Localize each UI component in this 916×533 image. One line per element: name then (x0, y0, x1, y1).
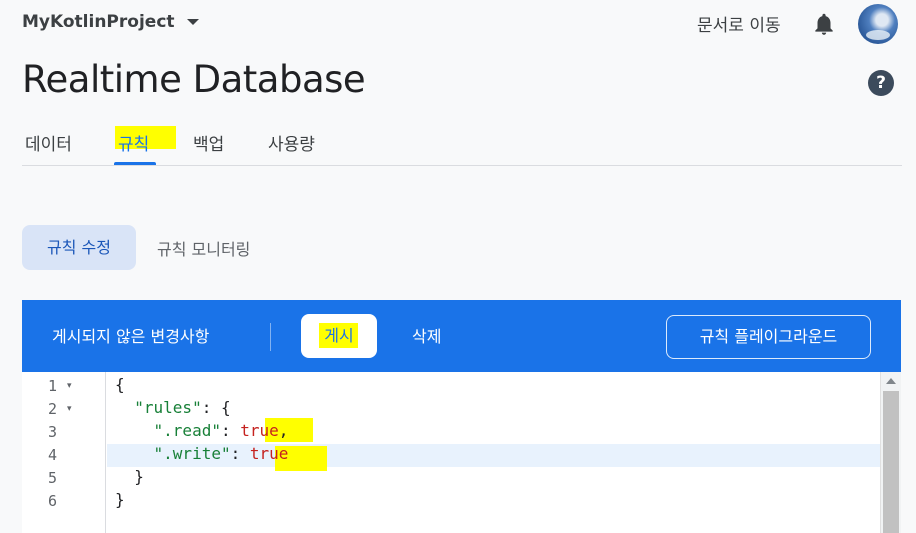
unsaved-changes-text: 게시되지 않은 변경사항 (52, 327, 210, 346)
code-line[interactable]: } (115, 467, 144, 486)
code-line[interactable]: ".read": true, (115, 421, 289, 440)
code-keyword: true (249, 444, 289, 463)
code-area[interactable]: { "rules": { ".read": true, ".write": tr… (107, 372, 880, 533)
code-text: } (115, 490, 125, 509)
fold-toggle-icon[interactable]: ▾ (67, 404, 72, 414)
discard-button[interactable]: 삭제 (412, 323, 441, 347)
active-tab-indicator (114, 162, 156, 165)
code-text: } (115, 467, 144, 486)
line-number: 6 (48, 492, 58, 510)
code-string: ".write" (153, 444, 231, 463)
code-line[interactable]: } (115, 490, 125, 509)
tab-data[interactable]: 데이터 (25, 130, 72, 155)
code-keyword: true (240, 421, 279, 440)
fold-toggle-icon[interactable]: ▾ (67, 381, 72, 391)
chevron-down-icon (186, 19, 199, 25)
code-line[interactable]: ".write": true (115, 444, 289, 463)
avatar[interactable] (858, 4, 898, 44)
project-selector[interactable]: MyKotlinProject (22, 12, 199, 32)
code-text: : (230, 444, 250, 463)
edit-rules-chip[interactable]: 규칙 수정 (22, 225, 136, 270)
code-text: : (220, 421, 241, 440)
code-string: ".read" (153, 421, 221, 440)
line-number: 3 (48, 423, 58, 441)
line-number: 4 (48, 446, 58, 464)
publish-label: 게시 (324, 326, 354, 345)
help-icon[interactable]: ? (868, 70, 894, 96)
tab-bar: 데이터 규칙 백업 사용량 (22, 120, 902, 166)
publish-button[interactable]: 게시 (301, 314, 377, 358)
tab-usage[interactable]: 사용량 (268, 130, 315, 155)
rules-toolbar: 게시되지 않은 변경사항 게시 삭제 규칙 플레이그라운드 (22, 300, 901, 372)
page-title: Realtime Database (22, 58, 366, 101)
code-text: , (278, 421, 289, 440)
code-text: : { (201, 398, 231, 417)
code-line[interactable]: { (115, 375, 125, 394)
line-number: 5 (48, 469, 58, 487)
code-text: { (115, 375, 125, 394)
scrollbar-thumb[interactable] (883, 391, 899, 533)
docs-link[interactable]: 문서로 이동 (697, 11, 781, 36)
tab-rules[interactable]: 규칙 (118, 130, 149, 155)
line-number-gutter: 1 ▾ 2 ▾ 3 4 5 6 (22, 372, 106, 533)
code-string: "rules" (134, 398, 202, 417)
vertical-scrollbar[interactable] (880, 372, 901, 533)
top-bar: MyKotlinProject 문서로 이동 (0, 0, 916, 50)
rules-playground-button[interactable]: 규칙 플레이그라운드 (666, 315, 871, 359)
project-name: MyKotlinProject (22, 12, 175, 32)
code-line[interactable]: "rules": { (115, 398, 231, 417)
scroll-up-icon[interactable] (886, 378, 896, 384)
rules-editor[interactable]: 1 ▾ 2 ▾ 3 4 5 6 { "rules": { ".read": tr… (22, 372, 901, 533)
bell-icon[interactable] (811, 11, 837, 37)
monitor-rules-chip[interactable]: 규칙 모니터링 (157, 236, 250, 260)
toolbar-divider (270, 323, 271, 351)
tab-backup[interactable]: 백업 (193, 130, 224, 155)
